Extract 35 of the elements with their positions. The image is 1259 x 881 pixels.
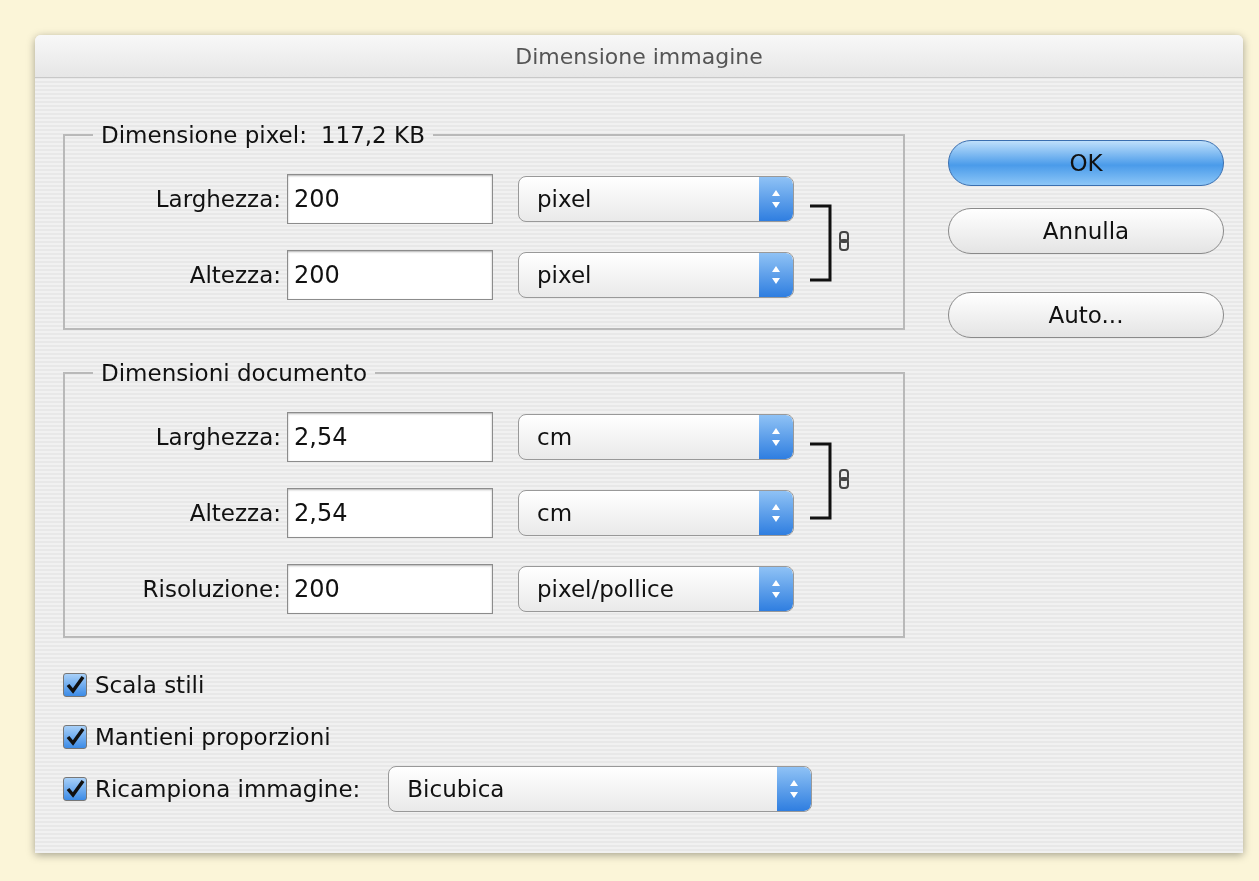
stepper-arrows-icon xyxy=(770,502,782,524)
checkbox[interactable] xyxy=(63,673,87,697)
stepper-arrows-icon xyxy=(770,578,782,600)
unit-select[interactable]: cm xyxy=(518,414,794,460)
group-title: Dimensione pixel: xyxy=(101,122,307,148)
field-label: Larghezza: xyxy=(154,186,282,212)
field-label: Altezza: xyxy=(188,262,282,288)
dialog-button[interactable]: OK xyxy=(948,140,1224,186)
stepper-arrows-icon xyxy=(770,426,782,448)
input-field[interactable]: 200 xyxy=(287,564,493,614)
field-label: Risoluzione: xyxy=(141,576,282,602)
checkbox-label: Mantieni proporzioni xyxy=(95,724,331,750)
checkbox[interactable] xyxy=(63,725,87,749)
stepper-arrows-icon xyxy=(770,264,782,286)
field-label: Altezza: xyxy=(188,500,282,526)
stepper-arrows-icon xyxy=(788,778,801,800)
dialog-button[interactable]: Annulla xyxy=(948,208,1224,254)
dialog-button[interactable]: Auto... xyxy=(948,292,1224,338)
unit-select[interactable]: pixel xyxy=(518,176,794,222)
checkbox[interactable] xyxy=(63,777,87,801)
input-field[interactable]: 200 xyxy=(287,250,493,300)
stepper-arrows-icon xyxy=(770,188,782,210)
window-title: Dimensione immagine xyxy=(515,43,763,69)
checkbox-label: Scala stili xyxy=(95,672,205,698)
input-field[interactable]: 2,54 xyxy=(287,412,493,462)
unit-select[interactable]: pixel/pollice xyxy=(518,566,794,612)
unit-select[interactable]: pixel xyxy=(518,252,794,298)
input-field[interactable]: 200 xyxy=(287,174,493,224)
file-size: 117,2 KB xyxy=(320,122,425,148)
field-label: Larghezza: xyxy=(154,424,282,450)
unit-select[interactable]: cm xyxy=(518,490,794,536)
checkbox-label: Ricampiona immagine: xyxy=(95,776,361,802)
method-select[interactable]: Bicubica xyxy=(388,766,813,812)
group-title: Dimensioni documento xyxy=(101,360,368,386)
input-field[interactable]: 2,54 xyxy=(287,488,493,538)
